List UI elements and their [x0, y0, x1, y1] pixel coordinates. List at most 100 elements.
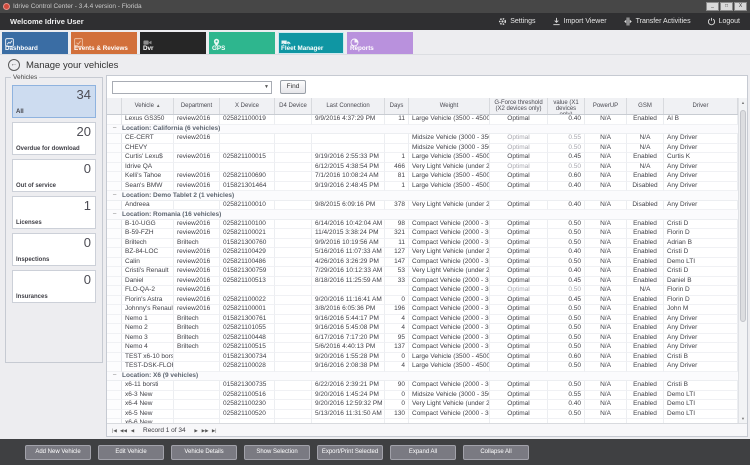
group-row-location-demo-tablet-2-1-vehicles[interactable]: − Location: Demo Tablet 2 (1 vehicles) — [107, 191, 738, 201]
tab-dashboard[interactable]: Dashboard — [2, 32, 68, 54]
export-print-selected-button[interactable]: Export/Print Selected — [317, 444, 383, 460]
group-row-location-romania-16-vehicles[interactable]: − Location: Romania (16 vehicles) — [107, 210, 738, 220]
table-row[interactable]: Daniel review2016 025821100513 8/18/2016 11… — [107, 276, 738, 286]
nav-prev-icon[interactable]: ◀ — [128, 426, 137, 435]
column-header-d4-device[interactable]: D4 Device — [275, 98, 312, 114]
vehicle-details-button[interactable]: Vehicle Details — [171, 444, 237, 460]
table-row[interactable]: Florin's Astra review2016 025821100022 9/20… — [107, 295, 738, 305]
scroll-down-icon[interactable]: ▼ — [739, 414, 747, 423]
column-header-gsm[interactable]: GSM — [627, 98, 664, 114]
table-row[interactable]: x6-5 New 025821100520 5/13/2016 11:31:50 A… — [107, 409, 738, 419]
table-row[interactable]: Idrive QA 6/12/2015 4:38:54 PM 466 Very Lig… — [107, 162, 738, 172]
settings-button[interactable]: Settings — [498, 17, 536, 26]
nav-next-page-icon[interactable]: ▶▶ — [201, 426, 210, 435]
logout-button[interactable]: Logout — [707, 17, 740, 26]
collapse-all-button[interactable]: Collapse All — [463, 444, 529, 460]
column-header-x-device[interactable]: X Device — [220, 98, 275, 114]
collapse-icon[interactable]: − — [107, 192, 122, 199]
stat-card-inspections[interactable]: 0 Inspections — [12, 233, 96, 266]
transfer-icon — [623, 17, 633, 26]
table-row[interactable]: Andreea 025821100010 9/8/2015 6:09:16 PM 37… — [107, 200, 738, 210]
stat-card-overdue-for-download[interactable]: 20 Overdue for download — [12, 122, 96, 155]
table-row[interactable]: TEST x6-10 borsti 015821300734 9/20/2016 1… — [107, 352, 738, 362]
column-header-vehicle[interactable]: Vehicle ▲ — [122, 98, 174, 114]
cell-gsm: Enabled — [627, 409, 664, 419]
table-row[interactable]: Nemo 2 Briltech 025821101055 9/16/2016 5:45… — [107, 324, 738, 334]
search-input[interactable]: ▼ — [112, 80, 272, 94]
tab-dvr[interactable]: Dvr — [140, 32, 206, 54]
table-row[interactable]: Nemo 3 Briltech 025821100448 6/17/2016 7:17… — [107, 333, 738, 343]
scroll-up-icon[interactable]: ▲ — [739, 98, 747, 107]
nav-last-icon[interactable]: ▶| — [210, 426, 219, 435]
cell-driver: Any Driver — [664, 314, 738, 324]
import-viewer-button[interactable]: Import Viewer — [552, 17, 607, 26]
row-indicator — [107, 314, 122, 324]
group-row-location-california-6-vehicles[interactable]: − Location: California (6 vehicles) — [107, 124, 738, 134]
column-header-g-threshold[interactable]: G-Force threshold (X2 devices only) — [490, 98, 548, 114]
table-row[interactable]: Cristi's Renault review2016 015821300759 7/… — [107, 267, 738, 277]
table-row[interactable]: B-10-UGG review2016 025821100100 6/14/2016 … — [107, 219, 738, 229]
cell-powerup: N/A — [585, 362, 627, 372]
transfer-activities-button[interactable]: Transfer Activities — [623, 17, 691, 26]
nav-prev-page-icon[interactable]: ◀◀ — [119, 426, 128, 435]
column-header-powerup[interactable]: PowerUP — [585, 98, 627, 114]
column-header-driver[interactable]: Driver — [664, 98, 738, 114]
show-selection-button[interactable]: Show Selection — [244, 444, 310, 460]
stat-card-out-of-service[interactable]: 0 Out of service — [12, 159, 96, 192]
table-row[interactable]: Nemo 4 Briltech 025821100515 5/6/2016 4:40:… — [107, 343, 738, 353]
cell-g-threshold: Optimal — [490, 305, 548, 315]
column-header-weight[interactable]: Weight — [409, 98, 490, 114]
table-row[interactable]: Calin review2016 025821100486 4/26/2016 3:2… — [107, 257, 738, 267]
table-row[interactable]: BZ-84-LOC review2016 025821100429 5/16/2016… — [107, 248, 738, 258]
table-row[interactable]: Johnny's Renault review2016 025821100001 3/… — [107, 305, 738, 315]
column-header-last-connection[interactable]: Last Connection — [312, 98, 385, 114]
back-icon[interactable]: ← — [8, 59, 20, 71]
tab-gps[interactable]: GPS — [209, 32, 275, 54]
minimize-button[interactable]: _ — [706, 2, 719, 11]
add-new-vehicle-button[interactable]: Add New Vehicle — [25, 444, 91, 460]
cell-gsm: Enabled — [627, 172, 664, 182]
table-row[interactable]: FLO-QA-2 review2016 Compact Vehicle (2000 … — [107, 286, 738, 296]
table-row[interactable]: TEST-DSK-FLORIN 025821100028 9/16/2016 2:0… — [107, 362, 738, 372]
collapse-icon[interactable]: − — [107, 372, 122, 379]
stat-card-insurances[interactable]: 0 Insurances — [12, 270, 96, 303]
collapse-icon[interactable]: − — [107, 211, 122, 218]
column-header-g-value[interactable]: G-Force value (X1 devices only) — [548, 98, 585, 114]
table-row[interactable]: CE-CERT review2016 Midsize Vehicle (3000 -… — [107, 134, 738, 144]
collapse-icon[interactable]: − — [107, 125, 122, 132]
nav-first-icon[interactable]: |◀ — [110, 426, 119, 435]
edit-vehicle-button[interactable]: Edit Vehicle — [98, 444, 164, 460]
table-row[interactable]: Kelli's Tahoe review2016 025821100690 7/1/2… — [107, 172, 738, 182]
table-row[interactable]: Briltech Briltech 015821300760 9/9/2016 10:… — [107, 238, 738, 248]
cell-days: 466 — [385, 162, 409, 172]
stat-card-licenses[interactable]: 1 Licenses — [12, 196, 96, 229]
cell-days: 378 — [385, 200, 409, 210]
cell-driver: Any Driver — [664, 162, 738, 172]
stat-card-all[interactable]: 34 All — [12, 85, 96, 118]
nav-next-icon[interactable]: ▶ — [192, 426, 201, 435]
tab-fleet-manager[interactable]: Fleet Manager — [278, 32, 344, 54]
table-row[interactable]: CHEVY Midsize Vehicle (3000 - 3500 pounds… — [107, 143, 738, 153]
column-header-days[interactable]: Days — [385, 98, 409, 114]
table-row[interactable]: x6-3 New 025821100516 9/20/2016 1:45:24 PM… — [107, 390, 738, 400]
window-title: Idrive Control Center - 3.4.4 version - … — [13, 3, 142, 10]
cell-gsm: Enabled — [627, 267, 664, 277]
table-row[interactable]: Curtis' Lexu$ review2016 025821100015 9/19/… — [107, 153, 738, 163]
table-row[interactable]: Sean's BMW review2016 015821301464 9/19/201… — [107, 181, 738, 191]
maximize-button[interactable]: □ — [720, 2, 733, 11]
table-row[interactable]: x6-11 borsti 015821300735 6/22/2016 2:39:2… — [107, 381, 738, 391]
close-button[interactable]: X — [734, 2, 747, 11]
group-row-location-x6-9-vehicles[interactable]: − Location: X6 (9 vehicles) — [107, 371, 738, 381]
cell-vehicle: FLO-QA-2 — [122, 286, 174, 296]
find-button[interactable]: Find — [280, 80, 306, 94]
column-header-department[interactable]: Department — [174, 98, 220, 114]
expand-all-button[interactable]: Expand All — [390, 444, 456, 460]
table-row[interactable]: x6-4 New 025821100230 9/20/2016 12:59:32 P… — [107, 400, 738, 410]
tab-events-reviews[interactable]: Events & Reviews — [71, 32, 137, 54]
tab-reports[interactable]: Reports — [347, 32, 413, 54]
cell-vehicle: x6-3 New — [122, 390, 174, 400]
scrollbar-thumb[interactable] — [740, 110, 746, 322]
table-row[interactable]: B-59-FZH review2016 025821100021 11/4/2015 … — [107, 229, 738, 239]
table-row[interactable]: Nemo 1 Briltech 015821300761 9/16/2016 5:44… — [107, 314, 738, 324]
table-row[interactable]: Lexus GS350 review2016 025821100019 9/9/201… — [107, 115, 738, 125]
